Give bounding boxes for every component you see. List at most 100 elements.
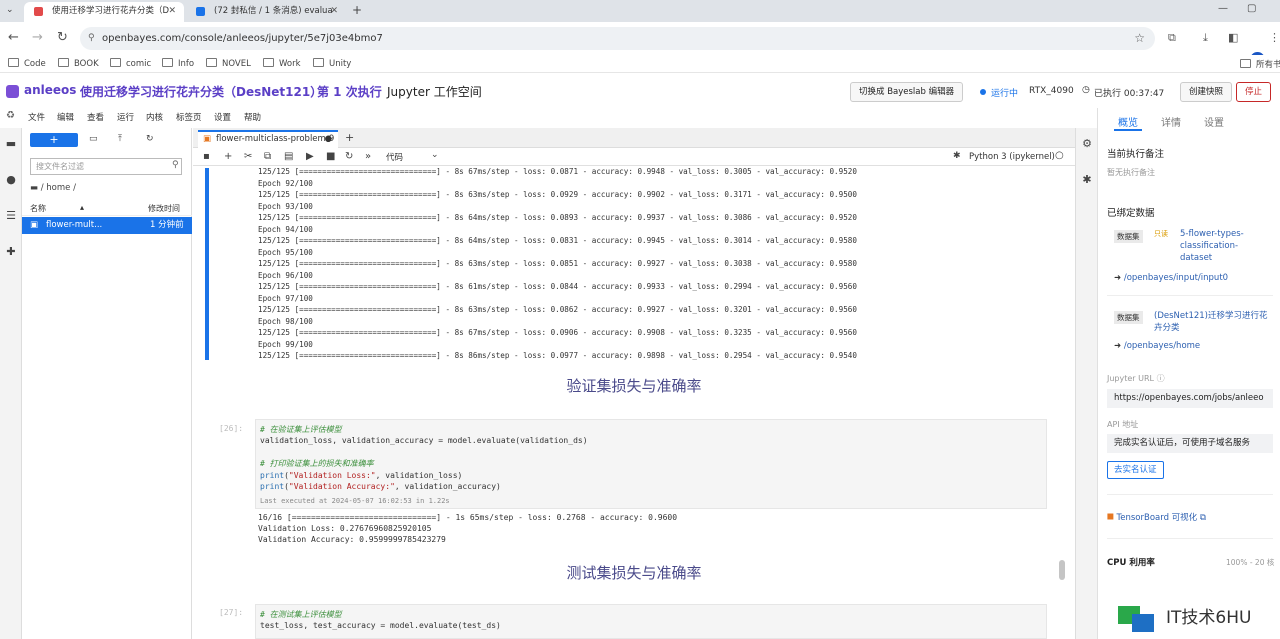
tab-settings[interactable]: 设置	[1204, 114, 1224, 129]
close-tab-icon[interactable]: ✕	[330, 2, 338, 20]
vertical-scrollbar[interactable]	[1059, 560, 1065, 580]
file-row[interactable]: ▣ flower-mult... 1 分钟前	[22, 217, 192, 234]
test-code-cell[interactable]: # 在测试集上评估模型 test_loss, test_accuracy = m…	[255, 604, 1047, 639]
code-rest: , validation_accuracy)	[394, 482, 501, 491]
output-line: Epoch 99/100	[258, 340, 313, 349]
running-icon[interactable]: ●	[5, 174, 17, 186]
breadcrumb[interactable]: ▬ / home /	[30, 183, 76, 193]
bookmark-info[interactable]: Info	[162, 58, 194, 69]
verify-button[interactable]: 去实名认证	[1107, 461, 1164, 479]
download-icon[interactable]: ⤓	[1203, 30, 1208, 46]
run-label[interactable]: 第 1 次执行	[317, 83, 382, 100]
active-cell-indicator	[205, 168, 209, 360]
tab-details[interactable]: 详情	[1161, 114, 1181, 129]
output-line: 125/125 [==============================]…	[258, 190, 857, 199]
cut-icon[interactable]: ✂	[244, 151, 252, 163]
restart-run-all-icon[interactable]: »	[365, 151, 371, 163]
kernel-name[interactable]: Python 3 (ipykernel)	[969, 152, 1055, 162]
note-placeholder[interactable]: 暂无执行备注	[1107, 167, 1155, 178]
new-folder-icon[interactable]: ▭	[89, 134, 98, 144]
restart-icon[interactable]: ↻	[345, 151, 353, 163]
menu-tabs[interactable]: 标签页	[176, 111, 202, 123]
close-tab-icon[interactable]: ✕	[168, 2, 176, 20]
menu-view[interactable]: 查看	[87, 111, 104, 123]
validation-code-cell[interactable]: # 在验证集上评估模型 validation_loss, validation_…	[255, 419, 1047, 509]
new-tab-button[interactable]: +	[352, 3, 362, 17]
more-menu-icon[interactable]: ⋮	[1269, 30, 1280, 46]
column-name[interactable]: 名称	[30, 203, 46, 214]
file-name: flower-mult...	[46, 220, 103, 230]
refresh-icon[interactable]: ↻	[146, 134, 154, 144]
training-output-cell[interactable]: 125/125 [==============================]…	[205, 167, 1050, 360]
site-info-icon[interactable]: ⚲	[88, 27, 95, 50]
column-modified[interactable]: 修改时间	[148, 203, 180, 214]
create-snapshot-button[interactable]: 创建快照	[1180, 82, 1233, 102]
toc-icon[interactable]: ☰	[5, 210, 17, 222]
bookmark-novel[interactable]: NOVEL	[206, 58, 251, 69]
maximize-icon[interactable]: ▢	[1247, 3, 1256, 14]
cell-type-select[interactable]: 代码	[386, 151, 403, 163]
notebook-tab[interactable]: ▣ flower-multiclass-problem-9 ●	[198, 130, 338, 148]
file-filter-input[interactable]: 搜文件名过滤	[30, 158, 182, 175]
bookmark-work[interactable]: Work	[263, 58, 301, 69]
bookmark-code[interactable]: Code	[8, 58, 46, 69]
upload-icon[interactable]: ⤒	[118, 134, 122, 144]
debugger-icon[interactable]: ✱	[1081, 174, 1093, 186]
bookmark-book[interactable]: BOOK	[58, 58, 99, 69]
dataset-1-path[interactable]: ➜ /openbayes/input/input0	[1114, 272, 1228, 284]
stop-button[interactable]: 停止	[1236, 82, 1272, 102]
browser-tab-1[interactable]: 使用迁移学习进行花卉分类（D ✕	[24, 2, 184, 22]
dataset-1-name[interactable]: 5-flower-types-classification-dataset	[1180, 228, 1270, 264]
paste-icon[interactable]: ▤	[284, 151, 293, 163]
extension-icon[interactable]: ✚	[5, 246, 17, 258]
code-line-print1: print("Validation Loss:", validation_los…	[260, 471, 463, 480]
stop-kernel-icon[interactable]: ■	[326, 151, 335, 163]
reload-icon[interactable]: ↻	[57, 30, 68, 46]
api-field: 完成实名认证后，可使用子域名服务	[1107, 434, 1273, 453]
info-icon[interactable]: ⓘ	[1157, 374, 1165, 383]
extensions-icon[interactable]: ⧉	[1168, 30, 1176, 46]
save-icon[interactable]: ▪	[203, 151, 210, 163]
project-title[interactable]: 使用迁移学习进行花卉分类（DesNet121）	[80, 83, 322, 100]
run-icon[interactable]: ▶	[306, 151, 314, 163]
folder-icon[interactable]: ▬	[5, 138, 17, 150]
run-status: 运行中	[991, 89, 1019, 99]
switch-editor-button[interactable]: 切换成 Bayeslab 编辑器	[850, 82, 964, 102]
bookmark-unity[interactable]: Unity	[313, 58, 351, 69]
jupyter-url-label-text: Jupyter URL	[1107, 374, 1155, 383]
kernel-bug-icon[interactable]: ✱	[953, 151, 961, 161]
back-icon[interactable]: ←	[8, 30, 19, 46]
tensorboard-link[interactable]: ⯀ TensorBoard 可视化 ⧉	[1107, 512, 1206, 524]
bookmark-star-icon[interactable]: ☆	[1134, 27, 1145, 50]
add-tab-icon[interactable]: +	[345, 131, 354, 144]
dataset-2-path[interactable]: ➜ /openbayes/home	[1114, 340, 1200, 352]
menu-help[interactable]: 帮助	[244, 111, 261, 123]
notebook-tab-label: flower-multiclass-problem-9	[216, 134, 335, 144]
menu-settings[interactable]: 设置	[214, 111, 231, 123]
sidepanel-icon[interactable]: ◧	[1228, 30, 1238, 46]
username[interactable]: anleeos	[24, 83, 76, 97]
dataset-2-name[interactable]: (DesNet121)迁移学习进行花卉分类	[1154, 310, 1272, 334]
all-bookmarks[interactable]: 所有书	[1240, 58, 1280, 70]
menu-kernel[interactable]: 内核	[146, 111, 163, 123]
tab-overview[interactable]: 概览	[1118, 114, 1138, 129]
address-bar[interactable]: ⚲ openbayes.com/console/anleeos/jupyter/…	[80, 27, 1155, 50]
minimize-icon[interactable]: —	[1218, 3, 1228, 14]
tab-search-icon[interactable]: ⌄	[6, 5, 14, 15]
menu-edit[interactable]: 编辑	[57, 111, 74, 123]
jupyter-url-field[interactable]: https://openbayes.com/jobs/anleeo	[1107, 389, 1273, 408]
code-comment: # 在验证集上评估模型	[260, 425, 342, 434]
cell-output-line: 16/16 [==============================] -…	[258, 513, 678, 522]
bookmark-comic[interactable]: comic	[110, 58, 151, 69]
property-inspector-icon[interactable]: ⚙	[1081, 138, 1093, 150]
output-line: 125/125 [==============================]…	[258, 282, 857, 291]
insert-cell-icon[interactable]: +	[224, 151, 232, 163]
unsaved-dot-icon[interactable]: ●	[325, 132, 332, 147]
menu-file[interactable]: 文件	[28, 111, 45, 123]
forward-icon[interactable]: →	[32, 30, 43, 46]
copy-icon[interactable]: ⧉	[264, 151, 271, 163]
chevron-down-icon[interactable]: ⌄	[431, 150, 439, 160]
new-launcher-button[interactable]: +	[30, 133, 78, 147]
menu-run[interactable]: 运行	[117, 111, 134, 123]
browser-tab-2[interactable]: (72 封私信 / 1 条消息) evalua ✕	[186, 2, 346, 22]
